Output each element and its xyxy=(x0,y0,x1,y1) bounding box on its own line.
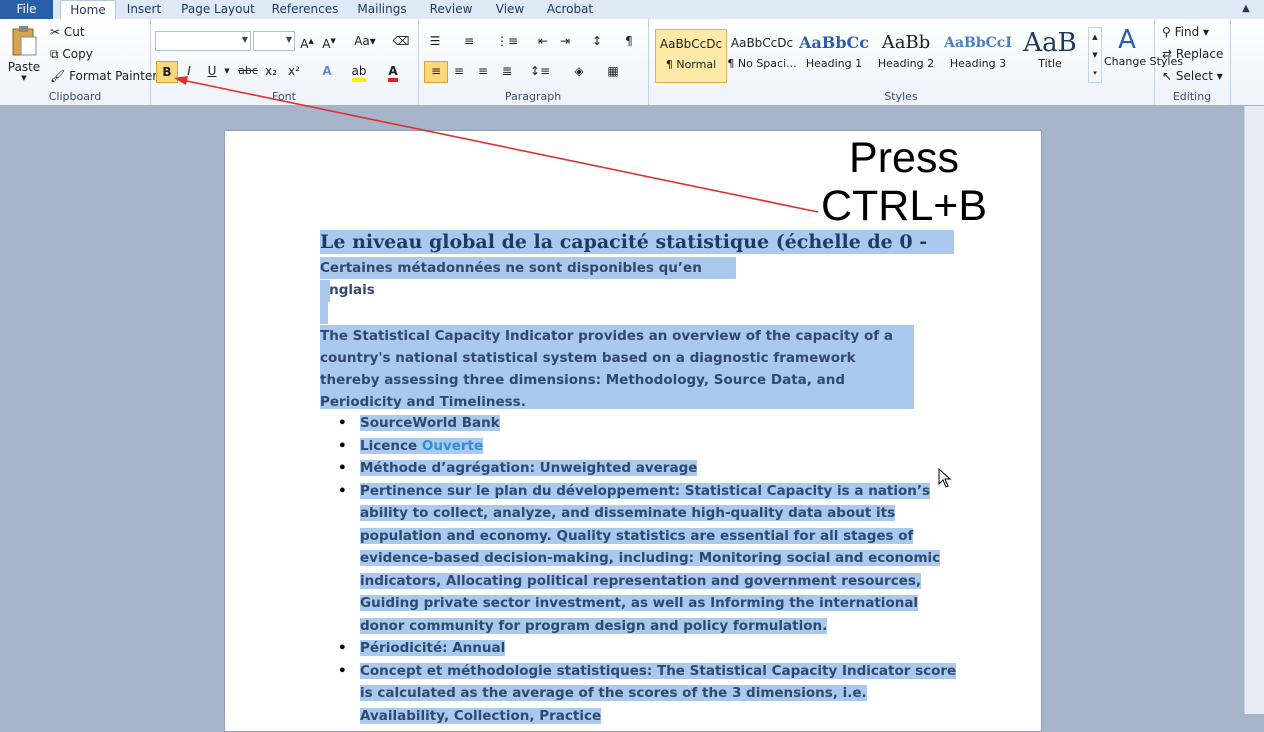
bullet-icon: • xyxy=(338,482,347,499)
bullet-icon: • xyxy=(338,662,347,679)
bullet-icon: • xyxy=(338,460,347,476)
list-item-text: Pertinence sur le plan du développement:… xyxy=(360,482,941,634)
mouse-cursor-icon xyxy=(938,468,952,488)
list-item-text: Méthode d’agrégation: Unweighted average xyxy=(360,460,698,476)
doc-title: Le niveau global de la capacité statisti… xyxy=(320,230,954,277)
list-item: • Licence Ouverte xyxy=(320,435,960,458)
bullet-icon: • xyxy=(338,437,347,454)
list-item-text: SourceWorld Bank xyxy=(360,415,500,431)
arrow-line xyxy=(181,79,819,213)
arrow-head-icon xyxy=(174,76,188,85)
list-item: • SourceWorld Bank xyxy=(320,412,960,435)
bullet-icon: • xyxy=(338,640,347,656)
list-item-text: Licence xyxy=(360,437,422,454)
list-item-text: Concept et méthodologie statistiques: Th… xyxy=(360,662,957,724)
doc-intro: The Statistical Capacity Indicator provi… xyxy=(320,325,914,410)
vertical-scrollbar[interactable] xyxy=(1244,106,1264,714)
doc-subtitle: Certaines métadonnées ne sont disponible… xyxy=(320,257,736,298)
list-item: • Concept et méthodologie statistiques: T… xyxy=(320,660,960,728)
doc-bullet-list: • SourceWorld Bank • Licence Ouverte • Méth… xyxy=(320,412,960,727)
list-item: • Méthode d’agrégation: Unweighted averag… xyxy=(320,457,960,480)
list-item: • Périodicité: Annual xyxy=(320,637,960,660)
list-item-text: Périodicité: Annual xyxy=(360,640,506,656)
empty-paragraph-selection xyxy=(320,280,330,302)
bullet-icon: • xyxy=(338,415,347,431)
empty-paragraph-selection xyxy=(320,302,328,324)
list-item: • Pertinence sur le plan du développement… xyxy=(320,480,960,638)
licence-link[interactable]: Ouverte xyxy=(421,437,484,454)
